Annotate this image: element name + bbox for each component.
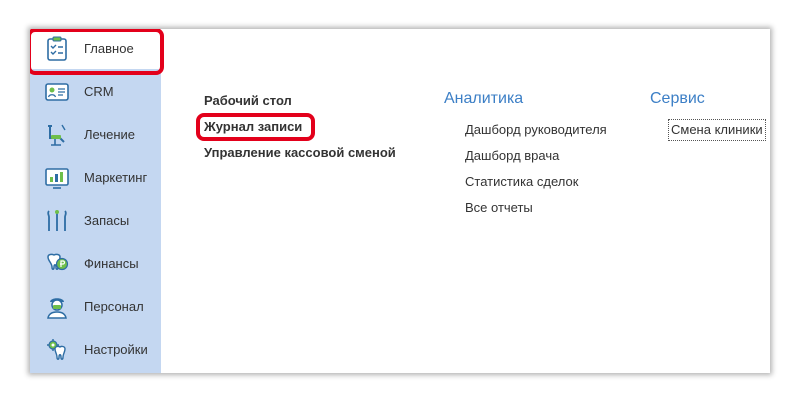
sidebar-item-marketing[interactable]: Маркетинг: [30, 158, 161, 198]
sidebar-item-label: CRM: [84, 84, 114, 99]
link-manager-dashboard[interactable]: Дашборд руководителя: [465, 122, 607, 137]
section-title-analytics: Аналитика: [444, 90, 524, 107]
dental-tools-icon: [45, 208, 69, 234]
main-content: Рабочий стол Журнал записи Управление ка…: [161, 29, 770, 373]
link-deal-statistics[interactable]: Статистика сделок: [465, 174, 578, 189]
sidebar-item-label: Запасы: [84, 213, 130, 228]
sidebar-item-label: Лечение: [84, 127, 136, 142]
highlight-main-section: [30, 29, 164, 75]
sidebar-item-settings[interactable]: Настройки: [30, 330, 161, 370]
doctor-icon: [45, 294, 69, 320]
sidebar-item-crm[interactable]: CRM: [30, 72, 161, 112]
link-all-reports[interactable]: Все отчеты: [465, 200, 533, 215]
section-title-service: Сервис: [650, 90, 705, 107]
link-desktop[interactable]: Рабочий стол: [204, 93, 292, 108]
sidebar-item-treatment[interactable]: Лечение: [30, 115, 161, 155]
link-cash-shift[interactable]: Управление кассовой сменой: [204, 145, 396, 160]
contact-card-icon: [45, 79, 69, 105]
change-clinic-button[interactable]: Смена клиники: [668, 119, 766, 141]
sidebar-item-stock[interactable]: Запасы: [30, 201, 161, 241]
sidebar-item-label: Финансы: [84, 256, 139, 271]
sidebar-item-label: Маркетинг: [84, 170, 148, 185]
sidebar-item-label: Настройки: [84, 342, 148, 357]
highlight-appointment-journal: [196, 113, 315, 141]
sidebar-item-label: Персонал: [84, 299, 144, 314]
sidebar: Главное CRM Лечение Маркетинг Запасы Фин…: [30, 29, 161, 373]
dental-chair-icon: [45, 122, 69, 148]
sidebar-item-staff[interactable]: Персонал: [30, 287, 161, 327]
sidebar-item-finance[interactable]: Финансы: [30, 244, 161, 284]
chart-monitor-icon: [45, 165, 69, 191]
link-doctor-dashboard[interactable]: Дашборд врача: [465, 148, 559, 163]
app-window: Главное CRM Лечение Маркетинг Запасы Фин…: [30, 29, 770, 373]
tooth-coin-icon: [45, 251, 69, 277]
tooth-gear-icon: [45, 337, 69, 363]
